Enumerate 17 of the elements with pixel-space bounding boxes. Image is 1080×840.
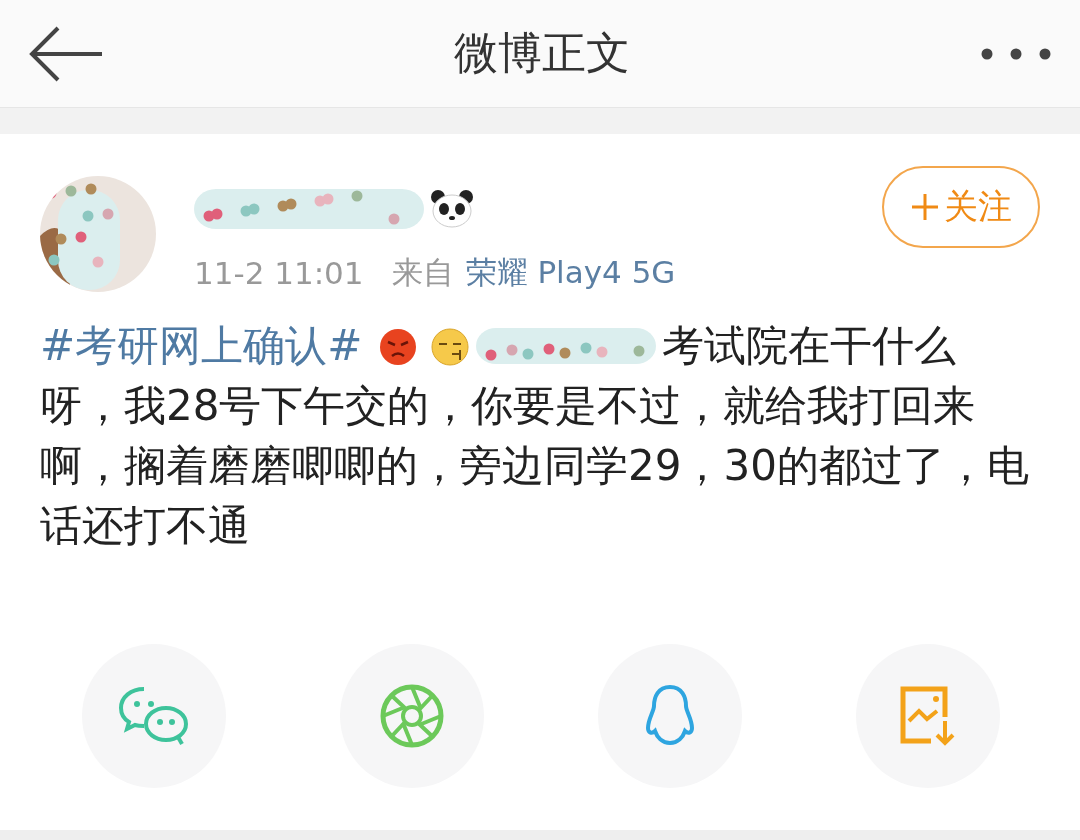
hashtag-link[interactable]: #考研网上确认#: [40, 316, 363, 376]
sleepy-face-icon: [430, 326, 471, 366]
more-icon[interactable]: [980, 46, 1052, 61]
post-time: 11-2 11:01: [194, 255, 364, 291]
penguin-icon: [644, 684, 696, 748]
device-source: 荣耀 Play4 5G: [465, 253, 676, 292]
source-label: 来自: [391, 253, 454, 292]
follow-button[interactable]: 关注: [882, 166, 1040, 248]
page-title: 微博正文: [454, 26, 630, 80]
chat-bubbles-icon: [118, 685, 190, 747]
post-text: 考试院在干什么: [662, 320, 957, 372]
aperture-icon: [379, 683, 445, 749]
panda-icon: [430, 189, 474, 229]
plus-icon: [910, 192, 940, 222]
back-icon[interactable]: [28, 25, 104, 82]
post-text: 呀，我28号下午交的，你要是不过，就给我打回来啊，搁着磨磨唧唧的，旁边同学29，30的都过了，电话还打不通: [40, 380, 1030, 552]
angry-face-icon: [378, 326, 419, 366]
